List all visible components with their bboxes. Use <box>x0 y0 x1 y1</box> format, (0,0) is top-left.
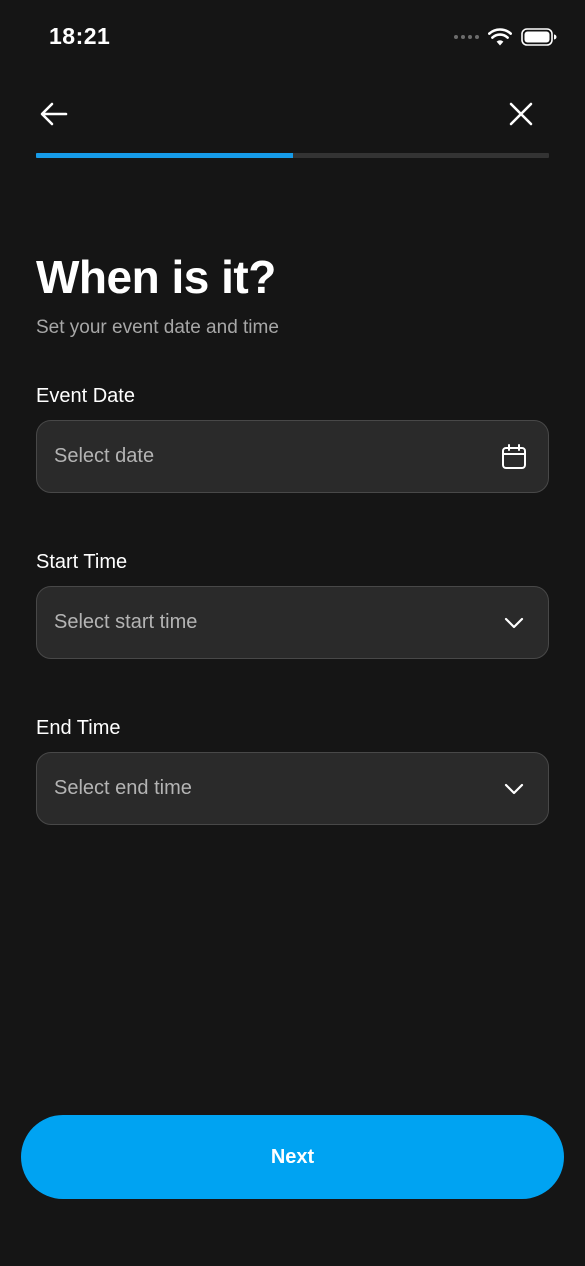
page-subtitle: Set your event date and time <box>36 317 279 338</box>
event-date-label: Event Date <box>36 385 135 407</box>
chevron-down-icon <box>498 607 530 639</box>
close-icon <box>509 102 533 126</box>
event-date-placeholder: Select date <box>54 445 155 467</box>
cellular-signal-icon <box>454 35 479 39</box>
status-bar: 18:21 <box>0 0 585 76</box>
chevron-down-icon <box>498 773 530 805</box>
status-time: 18:21 <box>49 23 111 49</box>
close-button[interactable] <box>501 94 541 134</box>
battery-icon <box>521 28 557 46</box>
back-button[interactable] <box>34 94 74 134</box>
arrow-left-icon <box>40 102 68 126</box>
wifi-icon <box>488 28 512 46</box>
end-time-label: End Time <box>36 717 121 739</box>
event-date-field[interactable]: Select date <box>36 420 549 493</box>
calendar-icon <box>498 441 530 473</box>
end-time-select[interactable]: Select end time <box>36 752 549 825</box>
start-time-placeholder: Select start time <box>54 611 198 633</box>
progress-bar <box>36 153 549 158</box>
status-icons <box>454 24 557 50</box>
event-date-screen: 18:21 When is it? Set your event date an… <box>0 0 585 1266</box>
start-time-select[interactable]: Select start time <box>36 586 549 659</box>
start-time-label: Start Time <box>36 551 128 573</box>
page-title: When is it? <box>36 251 276 303</box>
next-button[interactable]: Next <box>21 1115 564 1199</box>
progress-fill <box>36 153 293 158</box>
end-time-placeholder: Select end time <box>54 777 192 799</box>
